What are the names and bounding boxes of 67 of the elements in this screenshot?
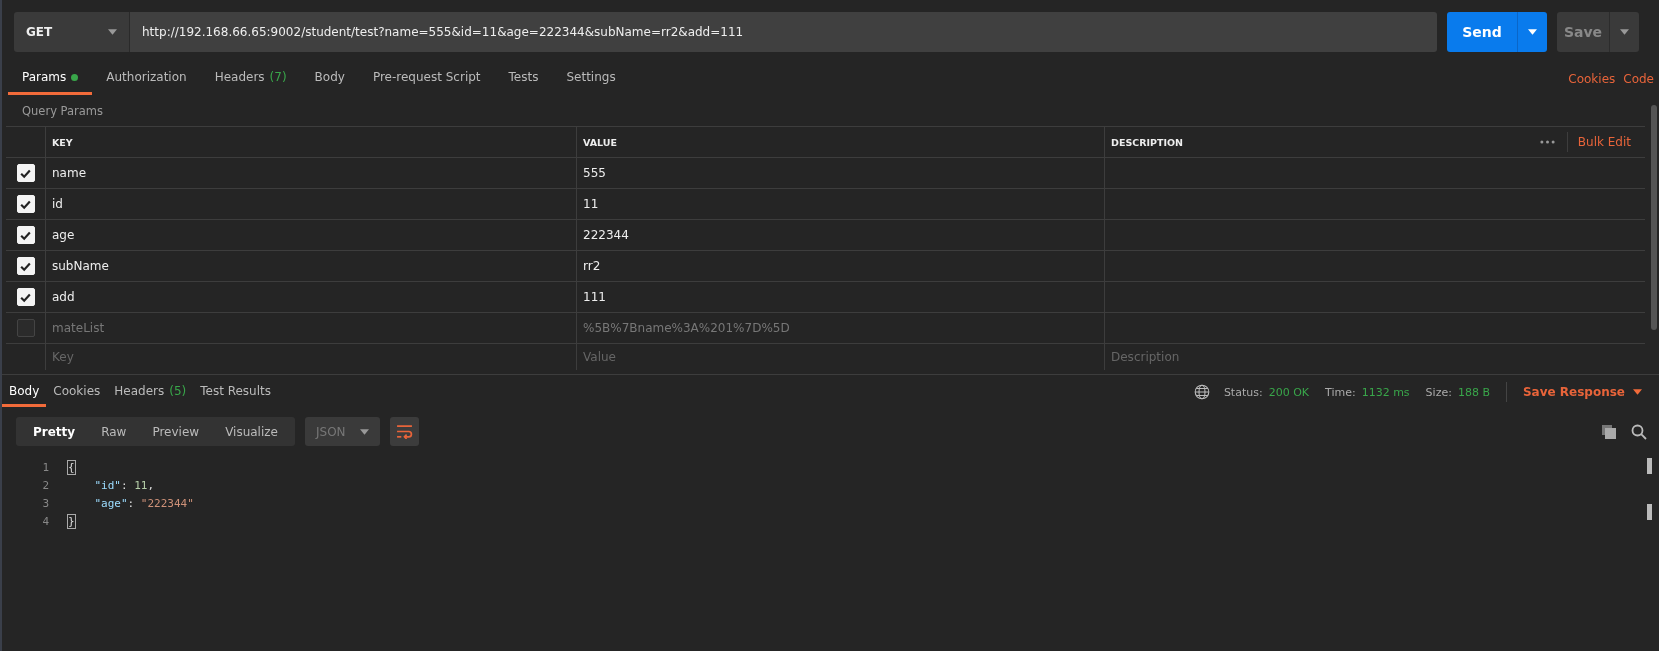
- wrap-lines-icon: [395, 424, 413, 439]
- column-header: DESCRIPTION: [1111, 136, 1184, 148]
- line-number: 4: [41, 514, 50, 528]
- table-cell[interactable]: add: [52, 290, 75, 304]
- copy-icon[interactable]: [1601, 423, 1617, 440]
- save-options-button[interactable]: [1609, 11, 1639, 52]
- caret-icon: [108, 28, 117, 35]
- view-mode-tab[interactable]: Preview: [139, 417, 213, 446]
- tab[interactable]: Body: [300, 62, 359, 95]
- tab[interactable]: Headers (7): [200, 62, 301, 95]
- value-field[interactable]: Value: [583, 350, 1078, 364]
- save-response-button[interactable]: Save Response: [1518, 385, 1646, 399]
- status-value: 1132 ms: [1361, 385, 1410, 399]
- tab[interactable]: Body: [2, 377, 47, 407]
- status-value: 200 OK: [1268, 385, 1309, 399]
- url-field[interactable]: http://192.168.66.65:9002/student/test?name=555&id=11&age=222344&subName=rr2&add=111: [129, 11, 1437, 52]
- line-number: 2: [41, 478, 50, 492]
- code-line: }: [68, 514, 75, 528]
- tab[interactable]: Tests: [494, 62, 553, 95]
- table-cell[interactable]: id: [52, 197, 63, 211]
- view-mode-tab[interactable]: Raw: [88, 417, 140, 446]
- table-cell[interactable]: age: [52, 228, 75, 242]
- more-icon[interactable]: [1539, 140, 1555, 144]
- table-cell[interactable]: name: [52, 166, 87, 180]
- table-cell[interactable]: 11: [583, 197, 599, 211]
- search-icon[interactable]: [1631, 423, 1647, 440]
- wrap-button[interactable]: [389, 417, 419, 446]
- status-value: 188 B: [1457, 385, 1490, 399]
- tab[interactable]: Test Results: [193, 377, 278, 407]
- tab[interactable]: Headers (5): [107, 377, 194, 407]
- key-field[interactable]: Key: [52, 350, 550, 364]
- tab[interactable]: Pre-request Script: [358, 62, 495, 95]
- link[interactable]: Cookies: [1568, 71, 1616, 86]
- tab[interactable]: Authorization: [92, 62, 201, 95]
- checkbox[interactable]: [16, 319, 35, 337]
- table-cell[interactable]: 111: [583, 290, 606, 304]
- code-line: "id": 11,: [93, 478, 155, 492]
- code-line: {: [68, 460, 75, 474]
- tab[interactable]: Cookies: [46, 377, 108, 407]
- view-mode-tab[interactable]: Pretty: [20, 417, 89, 446]
- send-button[interactable]: Send: [1447, 11, 1517, 52]
- status-label: Size:: [1425, 385, 1452, 399]
- table-cell[interactable]: 555: [583, 166, 606, 180]
- tab[interactable]: Settings: [552, 62, 630, 95]
- column-header: VALUE: [576, 127, 1104, 157]
- line-number: 3: [41, 496, 50, 510]
- caret-icon: [359, 428, 369, 435]
- globe-icon[interactable]: [1193, 384, 1210, 400]
- bulk-edit-link[interactable]: Bulk Edit: [1566, 132, 1645, 152]
- caret-icon: [1620, 28, 1629, 35]
- link[interactable]: Code: [1623, 71, 1654, 86]
- line-number: 1: [41, 460, 50, 474]
- table-cell[interactable]: subName: [52, 259, 109, 273]
- column-header: KEY: [45, 127, 576, 157]
- status-label: Status:: [1223, 385, 1263, 399]
- caret-icon: [1528, 28, 1537, 35]
- view-mode-tab[interactable]: Visualize: [212, 417, 291, 446]
- method-dropdown[interactable]: GET: [14, 11, 129, 52]
- tab[interactable]: Params: [8, 62, 93, 95]
- send-options-button[interactable]: [1517, 11, 1547, 52]
- table-cell[interactable]: 222344: [583, 228, 629, 242]
- table-cell[interactable]: rr2: [583, 259, 601, 273]
- status-label: Time:: [1325, 385, 1356, 399]
- caret-icon: [1633, 389, 1642, 395]
- section-title: Query Params: [21, 103, 105, 120]
- code-line: "age": "222344": [93, 496, 194, 510]
- description-field[interactable]: Description: [1111, 350, 1619, 364]
